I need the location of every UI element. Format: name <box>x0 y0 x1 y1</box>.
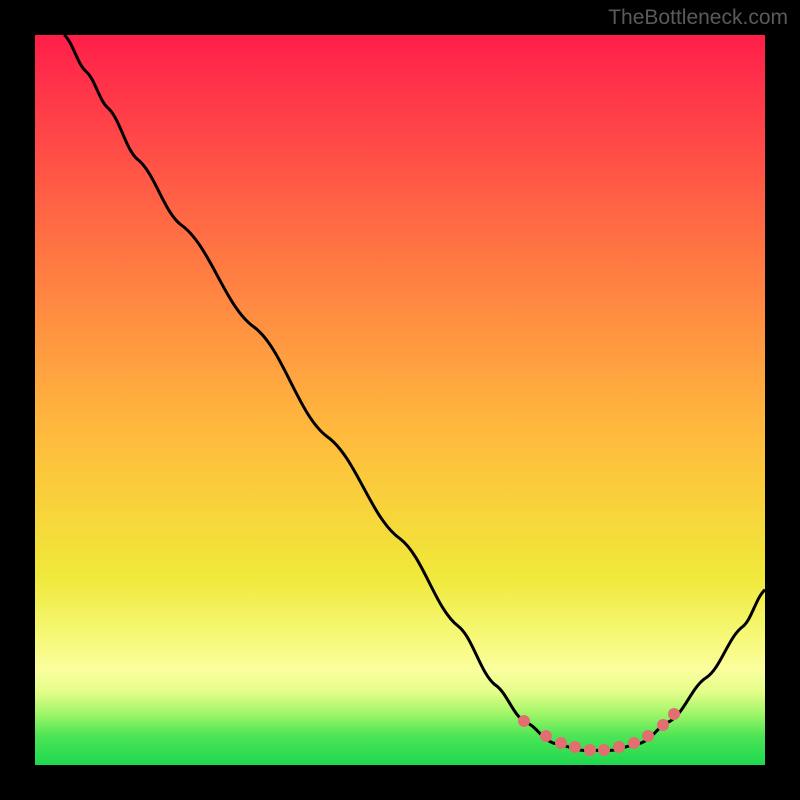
optimal-marker-dot <box>540 730 552 742</box>
optimal-marker-dot <box>668 708 680 720</box>
optimal-marker-dot <box>613 741 625 753</box>
optimal-marker-dot <box>598 744 610 756</box>
optimal-marker-dot <box>584 744 596 756</box>
optimal-marker-dot <box>555 737 567 749</box>
optimal-marker-dot <box>642 730 654 742</box>
optimal-marker-dot <box>628 737 640 749</box>
chart-plot-area <box>35 35 765 765</box>
optimal-marker-dot <box>569 741 581 753</box>
optimal-marker-dot <box>518 715 530 727</box>
watermark-text: TheBottleneck.com <box>608 6 788 30</box>
optimal-zone-markers <box>35 35 765 765</box>
optimal-marker-dot <box>657 719 669 731</box>
